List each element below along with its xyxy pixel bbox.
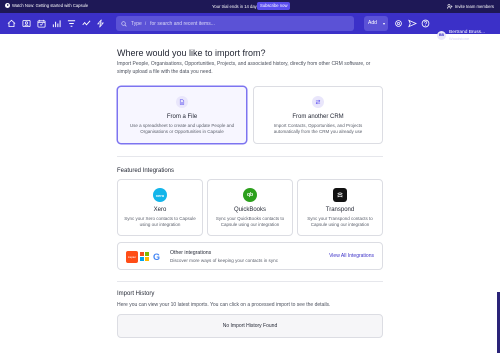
import-history-text: Here you can view your 10 latest imports… [117,302,331,308]
transfer-icon [312,96,324,108]
trial-text: Your trial ends in 14 days [212,3,259,9]
avatar[interactable]: BB [437,31,446,40]
add-button-label: Add [368,20,377,26]
integration-description: Sync your QuickBooks contacts to Capsule… [215,216,285,227]
invite-team-label: Invite team members [454,3,494,9]
import-option-description: Import Contacts, Opportunities, and Proj… [273,123,363,134]
global-search[interactable]: Type / [116,16,354,31]
import-history-heading: Import History [117,291,155,297]
transpond-logo [333,188,347,202]
integration-description: Sync your Transpond contacts to Capsule … [307,216,373,227]
integration-card-xero[interactable]: xero Xero Sync your Xero contacts to Cap… [117,179,203,236]
calendar-icon[interactable] [37,19,46,28]
import-option-title: From another CRM [292,114,344,120]
integration-name: Xero [153,207,167,213]
search-input[interactable] [150,20,341,27]
user-menu[interactable]: Bertrand Bruss... Woodstone [449,30,485,41]
add-button[interactable]: Add ▾ [364,16,388,31]
search-icon [121,20,127,27]
divider [117,281,383,282]
integration-card-quickbooks[interactable]: qb QuickBooks Sync your QuickBooks conta… [207,179,293,236]
featured-integrations-heading: Featured Integrations [117,168,175,174]
contacts-icon[interactable] [22,19,31,28]
other-integrations-description: Discover more ways of keeping your conta… [170,258,278,263]
view-all-integrations-link[interactable]: View All Integrations [329,253,374,259]
integration-card-transpond[interactable]: Transpond Sync your Transpond contacts t… [297,179,383,236]
announcement-banner: Watch Now: Getting started with Capsule … [0,0,500,13]
search-type-label: Type [131,20,142,27]
integration-description: Sync your Xero contacts to Capsule using… [124,216,196,227]
user-organisation: Woodstone [449,35,470,41]
import-history-empty-state: No Import History Found [117,314,383,338]
import-option-description: Use a spreadsheet to create and update P… [129,123,235,134]
zapier-logo: zapier [126,251,138,263]
play-icon [5,3,10,8]
file-icon [176,96,188,108]
import-from-file-card[interactable]: From a File Use a spreadsheet to create … [117,86,247,144]
other-integrations-title: Other integrations [170,250,212,256]
help-icon[interactable] [421,19,430,28]
add-user-icon [446,3,453,9]
activity-icon[interactable] [82,19,91,28]
chevron-down-icon[interactable]: ▾ [489,32,491,37]
import-from-crm-card[interactable]: From another CRM Import Contacts, Opport… [253,86,383,144]
invite-team-button[interactable]: Invite team members [446,3,494,9]
send-icon[interactable] [408,19,417,28]
xero-logo: xero [153,188,167,202]
divider [117,156,383,157]
watch-now-link[interactable]: Watch Now: Getting started with Capsule [5,3,88,8]
page-intro: Import People, Organisations, Opportunit… [117,61,371,75]
subscribe-button[interactable]: Subscribe now [257,2,291,10]
import-option-title: From a File [166,114,198,120]
integration-name: Transpond [325,207,355,213]
quickbooks-logo: qb [243,188,257,202]
google-logo: G [153,252,161,262]
search-shortcut: / [144,21,147,26]
page-title: Where would you like to import from? [117,48,266,58]
other-integrations-card[interactable]: zapier G Other integrations Discover mor… [117,242,383,270]
chevron-down-icon: ▾ [382,21,385,26]
settings-icon[interactable] [394,19,403,28]
home-icon[interactable] [7,19,16,28]
watch-now-label: Watch Now: Getting started with Capsule [12,3,89,8]
pipeline-icon[interactable] [67,19,76,28]
reports-icon[interactable] [52,19,61,28]
workflow-icon[interactable] [96,19,105,28]
microsoft-logo [140,252,149,261]
integration-name: QuickBooks [233,207,266,213]
user-name: Bertrand Bruss... [449,30,485,35]
